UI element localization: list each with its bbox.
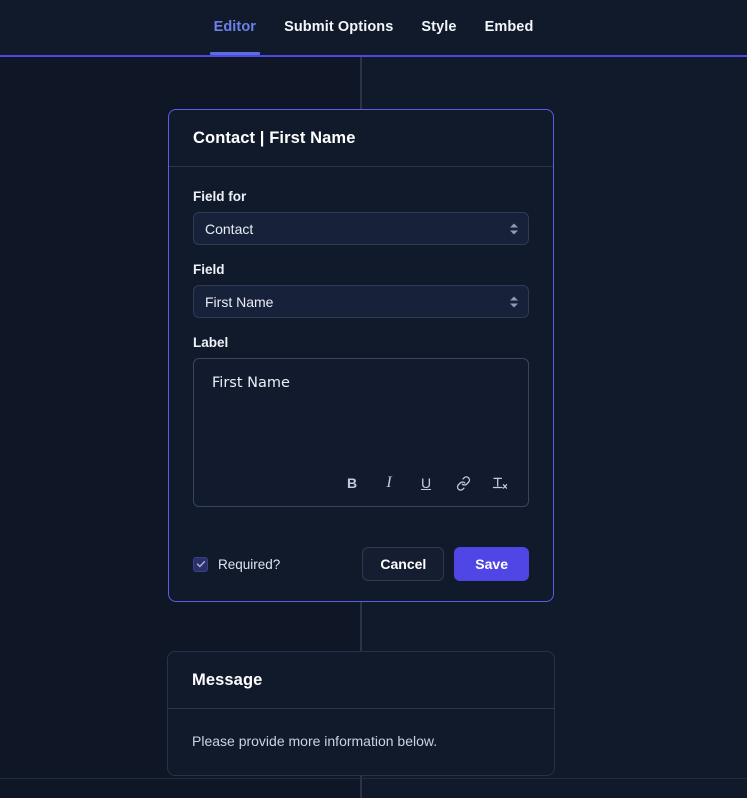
label-editor-group: Label First Name B I U [193,335,529,507]
canvas-lower-rule [0,778,747,779]
editor-toolbar: B I U [194,472,528,506]
tab-style[interactable]: Style [407,0,470,55]
message-card-text: Please provide more information below. [192,733,438,749]
required-checkbox[interactable] [193,556,208,572]
label-editor-label: Label [193,335,229,350]
italic-icon[interactable]: I [381,475,397,492]
clear-formatting-icon[interactable] [492,475,508,492]
rich-text-editor: First Name B I U [193,358,529,507]
field-card-body: Field for Contact Field First Name Label… [169,167,553,529]
field-label: Field [193,262,225,277]
field-for-select-wrap[interactable]: Contact [193,212,529,245]
tab-embed[interactable]: Embed [471,0,548,55]
underline-icon[interactable]: U [418,475,434,492]
field-for-label: Field for [193,189,247,204]
message-card-body: Please provide more information below. [168,709,554,775]
tab-bar: Editor Submit Options Style Embed [0,0,747,55]
field-card-title: Contact | First Name [193,129,356,147]
tab-editor[interactable]: Editor [200,0,271,55]
required-label: Required? [218,556,281,572]
canvas-accent-rule [0,55,747,57]
tab-submit-options[interactable]: Submit Options [270,0,407,55]
field-card-header: Contact | First Name [169,110,553,167]
cancel-button[interactable]: Cancel [362,547,445,581]
bold-icon[interactable]: B [344,475,360,492]
field-for-group: Field for Contact [193,189,529,245]
field-for-select[interactable]: Contact [193,212,529,245]
form-canvas: Contact | First Name Field for Contact F… [0,55,747,798]
check-icon [196,560,205,568]
footer-button-row: Cancel Save [362,547,529,581]
message-card-header: Message [168,652,554,709]
field-select-wrap[interactable]: First Name [193,285,529,318]
message-card-title: Message [192,671,263,689]
field-group: Field First Name [193,262,529,318]
message-card[interactable]: Message Please provide more information … [167,651,555,776]
field-select[interactable]: First Name [193,285,529,318]
required-checkbox-group[interactable]: Required? [193,556,281,572]
field-card-footer: Required? Cancel Save [169,529,553,601]
field-editor-card: Contact | First Name Field for Contact F… [168,109,554,602]
link-icon[interactable] [455,475,471,492]
save-button[interactable]: Save [454,547,529,581]
label-editor-input[interactable]: First Name [194,359,528,472]
